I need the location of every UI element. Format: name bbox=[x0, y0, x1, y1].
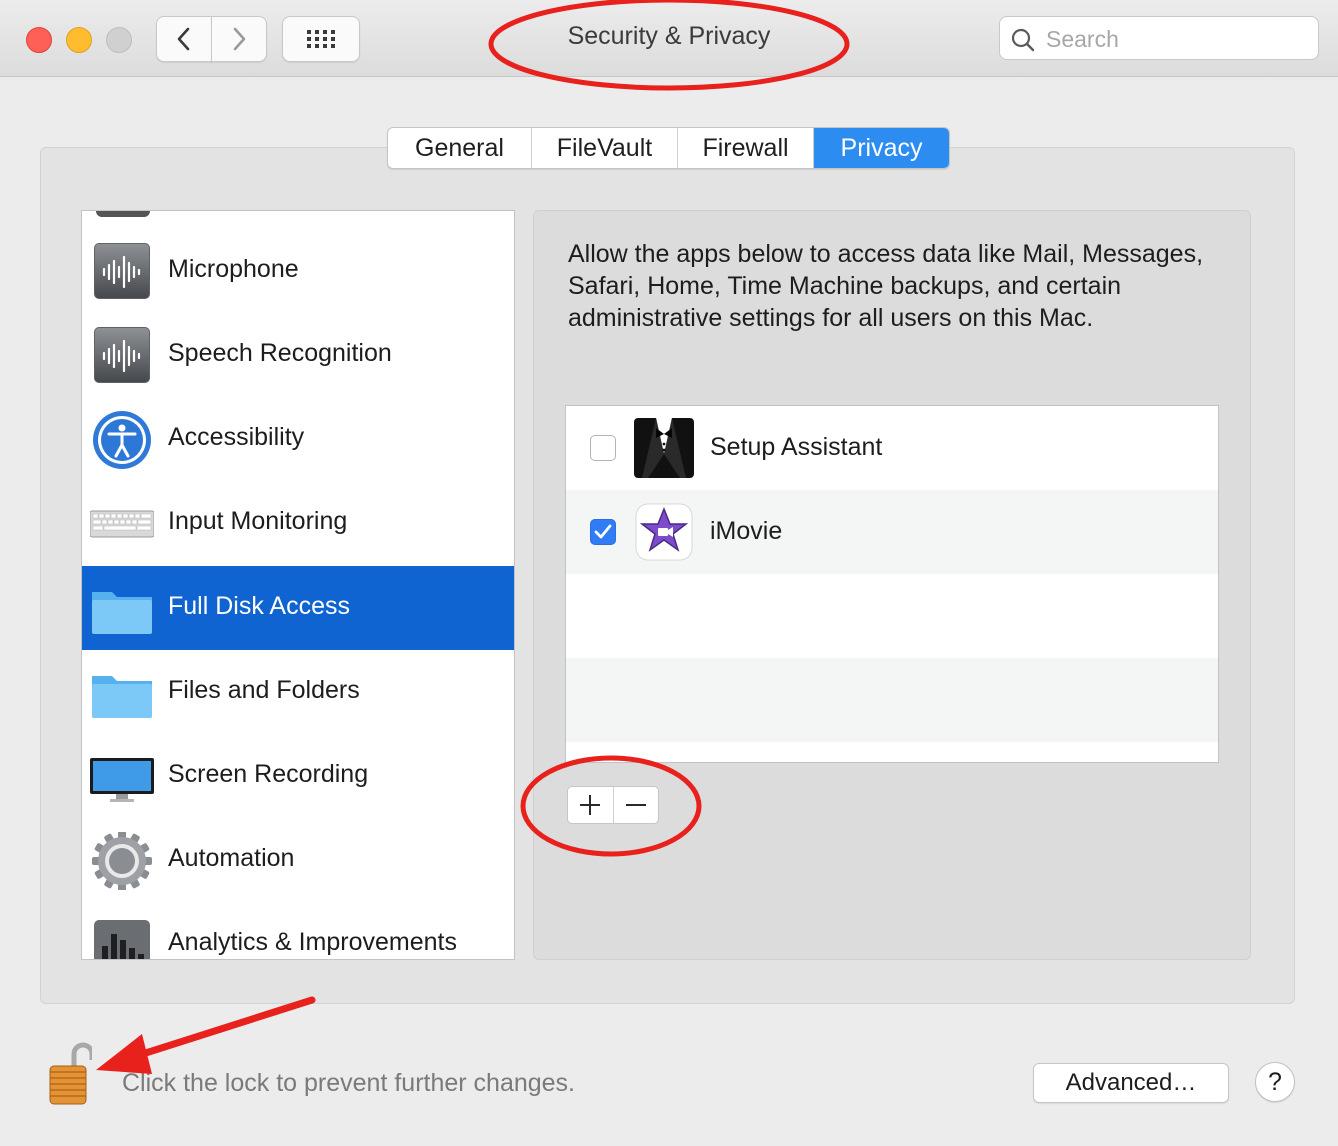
list-item[interactable]: Setup Assistant bbox=[566, 406, 1218, 490]
keyboard-icon bbox=[90, 510, 154, 538]
checkmark-icon bbox=[594, 524, 612, 539]
window-titlebar: Security & Privacy Search bbox=[0, 0, 1338, 77]
tab-bar: General FileVault Firewall Privacy bbox=[387, 127, 950, 169]
unlocked-padlock-icon[interactable] bbox=[48, 1040, 92, 1106]
add-app-button[interactable] bbox=[568, 787, 614, 823]
microphone-waveform-icon bbox=[94, 243, 150, 299]
tab-filevault[interactable]: FileVault bbox=[532, 128, 678, 168]
sidebar-item-files-and-folders[interactable]: Files and Folders bbox=[82, 650, 514, 734]
sidebar-item-label: Full Disk Access bbox=[168, 592, 350, 620]
plus-icon bbox=[580, 795, 601, 815]
bar-chart-icon bbox=[94, 920, 150, 959]
sidebar-item-accessibility[interactable]: Accessibility bbox=[82, 397, 514, 481]
app-checkbox[interactable] bbox=[590, 435, 616, 461]
display-icon bbox=[90, 758, 154, 802]
list-item[interactable]: iMovie bbox=[566, 490, 1218, 574]
app-name: Setup Assistant bbox=[710, 433, 883, 461]
sidebar-item-label: Input Monitoring bbox=[168, 507, 348, 535]
tab-general[interactable]: General bbox=[388, 128, 532, 168]
folder-icon bbox=[92, 592, 152, 634]
search-field[interactable]: Search bbox=[999, 16, 1319, 60]
empty-row bbox=[566, 658, 1218, 742]
app-name: iMovie bbox=[710, 517, 783, 545]
sidebar-item-label: Automation bbox=[168, 844, 295, 872]
sidebar-item-analytics[interactable]: Analytics & Improvements bbox=[82, 902, 514, 959]
sidebar-item-label: Analytics & Improvements bbox=[168, 928, 457, 956]
sidebar-item-automation[interactable]: Automation bbox=[82, 818, 514, 902]
tab-firewall[interactable]: Firewall bbox=[678, 128, 814, 168]
sidebar-item-label: Speech Recognition bbox=[168, 339, 392, 367]
sidebar-item-microphone[interactable]: Microphone bbox=[82, 229, 514, 313]
lock-pointer-arrow bbox=[126, 996, 316, 1062]
minus-icon bbox=[625, 804, 646, 806]
app-list[interactable]: Setup Assistant iMovie bbox=[565, 405, 1219, 763]
search-icon bbox=[1011, 28, 1035, 52]
full-disk-access-description: Allow the apps below to access data like… bbox=[568, 240, 1204, 332]
sidebar-item-speech-recognition[interactable]: Speech Recognition bbox=[82, 313, 514, 397]
app-checkbox[interactable] bbox=[590, 519, 616, 545]
sidebar-item-label: Microphone bbox=[168, 255, 299, 283]
sidebar-item-label: Files and Folders bbox=[168, 676, 360, 704]
advanced-button[interactable]: Advanced… bbox=[1033, 1063, 1229, 1103]
gear-icon bbox=[92, 832, 152, 890]
lock-pointer-arrowhead bbox=[96, 1034, 152, 1074]
tab-privacy[interactable]: Privacy bbox=[814, 128, 949, 168]
help-button[interactable]: ? bbox=[1255, 1062, 1295, 1102]
sidebar-item-full-disk-access[interactable]: Full Disk Access bbox=[82, 566, 514, 650]
empty-row bbox=[566, 574, 1218, 658]
folder-icon bbox=[92, 676, 152, 718]
sidebar-item-screen-recording[interactable]: Screen Recording bbox=[82, 734, 514, 818]
search-placeholder: Search bbox=[1046, 26, 1119, 52]
lock-message: Click the lock to prevent further change… bbox=[122, 1069, 576, 1097]
sidebar-item-input-monitoring[interactable]: Input Monitoring bbox=[82, 481, 514, 565]
speech-waveform-icon bbox=[94, 327, 150, 383]
accessibility-icon bbox=[93, 411, 151, 469]
imovie-star-icon bbox=[635, 503, 693, 561]
partial-list-icon bbox=[96, 211, 150, 217]
sidebar-item-label: Accessibility bbox=[168, 423, 305, 451]
tuxedo-icon bbox=[634, 418, 694, 478]
privacy-category-list[interactable]: Microphone Speech Recognition Accessibil… bbox=[81, 210, 515, 960]
add-remove-control bbox=[567, 786, 659, 824]
remove-app-button[interactable] bbox=[614, 787, 659, 823]
sidebar-item-label: Screen Recording bbox=[168, 760, 369, 788]
